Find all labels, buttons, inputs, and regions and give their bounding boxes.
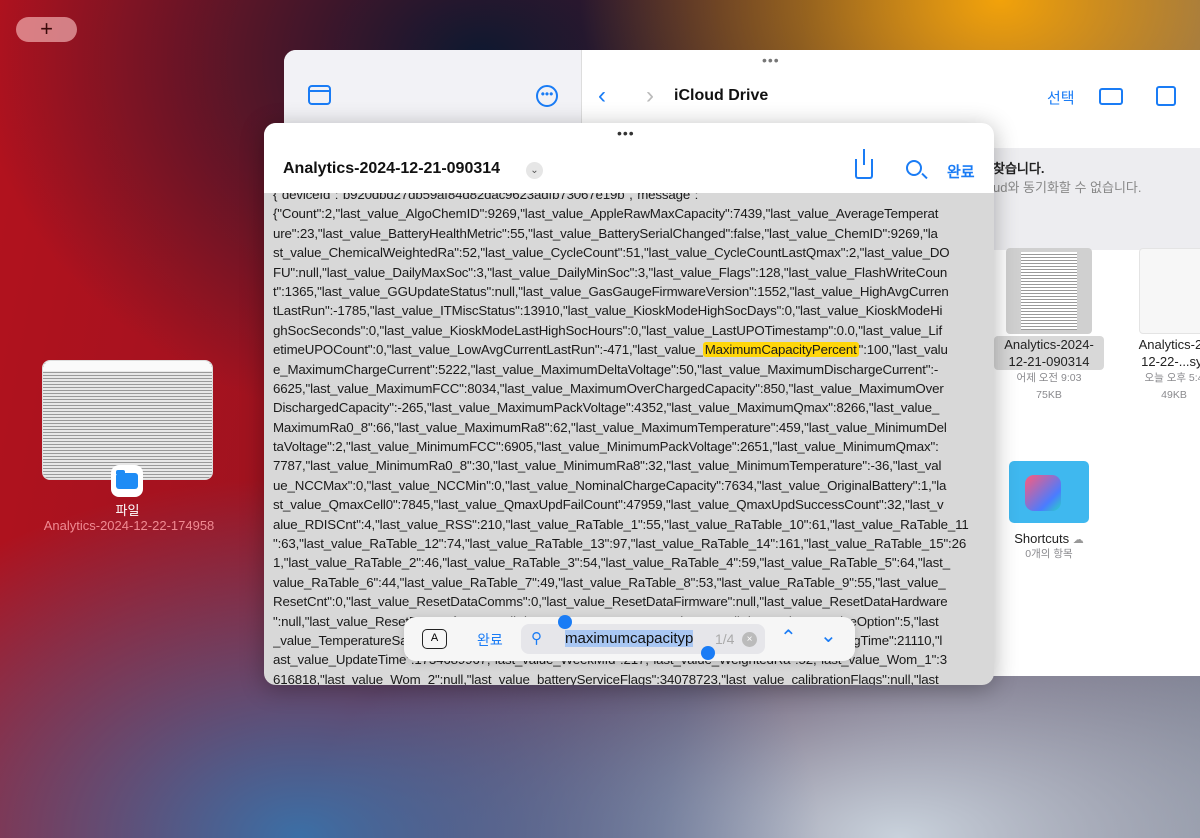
find-field[interactable]: ⚲ maximumcapacityp 1/4 ×: [521, 624, 765, 654]
text-line: ":63,"last_value_RaTable_12":74,"last_va…: [273, 536, 967, 552]
file-date: 오늘 오후 5:4: [1144, 372, 1200, 384]
text-line: DischargedCapacity":-265,"last_value_Max…: [273, 400, 940, 416]
text-line: 6625,"last_value_MaximumFCC":8034,"last_…: [273, 380, 944, 396]
text-line: 1,"last_value_RaTable_2":46,"last_value_…: [273, 555, 950, 571]
folder-name: Shortcuts: [1014, 531, 1070, 546]
folder-count: 0개의 항목: [1025, 548, 1073, 560]
text-line: st_value_QmaxCell0":7845,"last_value_Qma…: [273, 497, 944, 513]
window-thumbnail[interactable]: [42, 360, 213, 480]
text-line: ResetCnt":0,"last_value_ResetDataComms":…: [273, 594, 948, 610]
text-line: st_value_ChemicalWeightedRa":52,"last_va…: [273, 245, 950, 261]
document-text: {"deviceId":"b920dbd27db59af84d82dac9623…: [264, 185, 994, 685]
text-segment: etimeUPOCount":0,"last_value_LowAvgCurre…: [273, 342, 703, 358]
previous-match-icon[interactable]: ⌃: [780, 625, 797, 650]
search-match-highlight: MaximumCapacityPercent: [702, 342, 859, 358]
file-item[interactable]: Analytics-20 12-22-...syr 오늘 오후 5:4 49KB: [1119, 248, 1200, 404]
find-input[interactable]: maximumcapacityp: [565, 630, 694, 647]
document-title[interactable]: Analytics-2024-12-21-090314: [283, 160, 500, 178]
viewer-header: ••• Analytics-2024-12-21-090314 ⌄ 완료: [264, 123, 994, 193]
document-viewer: {"deviceId":"b920dbd27db59af84d82dac9623…: [264, 123, 994, 685]
files-app-icon: [111, 465, 143, 497]
window-handle[interactable]: •••: [762, 52, 780, 68]
selection-handle-end[interactable]: [701, 646, 715, 660]
sidebar-icon[interactable]: [308, 85, 331, 105]
search-options-icon[interactable]: ⚲: [531, 629, 542, 647]
folder-item-shortcuts[interactable]: Shortcuts ☁ 0개의 항목: [999, 455, 1099, 563]
text-line: 616818,"last_value_Wom_2":null,"last_val…: [273, 671, 939, 685]
text-line: FU":null,"last_value_DailyMaxSoc":3,"las…: [273, 264, 948, 280]
file-size: 75KB: [1036, 389, 1062, 401]
chevron-down-icon[interactable]: ⌄: [526, 162, 543, 179]
text-line: tLastRun":-1785,"last_value_ITMiscStatus…: [273, 303, 943, 319]
text-line: e_MaximumChargeCurrent":5222,"last_value…: [273, 361, 939, 377]
text-line: MaximumRa0_8":66,"last_value_MaximumRa8"…: [273, 419, 947, 435]
file-name: Analytics-20: [1138, 337, 1200, 352]
file-size: 49KB: [1161, 389, 1187, 401]
cloud-icon: ☁: [1072, 534, 1084, 546]
shortcuts-folder-icon: [1009, 461, 1089, 523]
window-name: Analytics-2024-12-22-174958: [43, 518, 215, 533]
file-date: 어제 오전 9:03: [1016, 372, 1082, 384]
text-line: t":1365,"last_value_GGUpdateStatus":null…: [273, 283, 949, 299]
forward-icon[interactable]: ›: [646, 82, 654, 110]
text-line: ue_NCCMax":0,"last_value_NCCMin":0,"last…: [273, 477, 947, 493]
find-done-button[interactable]: 완료: [477, 630, 503, 650]
file-item[interactable]: Analytics-2024- 12-21-090314 어제 오전 9:03 7…: [994, 248, 1104, 404]
done-button[interactable]: 완료: [947, 161, 975, 182]
text-line: 7787,"last_value_MinimumRa0_8":30,"last_…: [273, 458, 942, 474]
clear-icon[interactable]: ×: [742, 632, 757, 647]
find-bar: A 완료 ⚲ maximumcapacityp 1/4 × ⌃ ⌄: [404, 617, 855, 661]
text-line: value_RaTable_6":44,"last_value_RaTable_…: [273, 574, 946, 590]
text-line: etimeUPOCount":0,"last_value_LowAvgCurre…: [273, 340, 993, 359]
match-count: 1/4: [715, 631, 735, 647]
text-line: ghSocSeconds":0,"last_value_KioskModeLas…: [273, 322, 943, 338]
document-icon: [1139, 248, 1200, 334]
back-icon[interactable]: ‹: [598, 82, 606, 110]
share-icon[interactable]: [855, 149, 873, 179]
text-segment: ":100,"last_valu: [858, 342, 948, 358]
more-icon[interactable]: •••: [536, 85, 558, 107]
folder-title: iCloud Drive: [674, 87, 769, 104]
format-options-button[interactable]: A: [422, 629, 447, 649]
app-name: 파일: [115, 503, 140, 518]
text-line: taVoltage":2,"last_value_MinimumFCC":690…: [273, 439, 939, 455]
text-line: alue_RDISCnt":4,"last_value_RSS":210,"la…: [273, 516, 969, 532]
window-handle[interactable]: •••: [617, 125, 635, 141]
next-match-icon[interactable]: ⌄: [820, 623, 837, 648]
text-line: {"Count":2,"last_value_AlgoChemID":9269,…: [273, 206, 939, 222]
grid-icon[interactable]: [1156, 86, 1176, 106]
selection-handle-start[interactable]: [558, 615, 572, 629]
banner-title: 찾습니다.: [993, 161, 1045, 176]
search-icon[interactable]: [906, 160, 928, 180]
banner-subtitle: ud와 동기화할 수 없습니다.: [993, 180, 1142, 195]
text-line: ure":23,"last_value_BatteryHealthMetric"…: [273, 225, 938, 241]
select-button[interactable]: 선택: [1047, 87, 1075, 108]
file-name: 12-22-...syr: [1141, 354, 1200, 369]
file-name: Analytics-2024-: [1004, 337, 1094, 352]
document-thumbnail-icon: [1006, 248, 1092, 334]
add-window-button[interactable]: +: [16, 17, 77, 42]
file-name: 12-21-090314: [1008, 354, 1090, 369]
new-folder-icon[interactable]: [1099, 88, 1123, 105]
